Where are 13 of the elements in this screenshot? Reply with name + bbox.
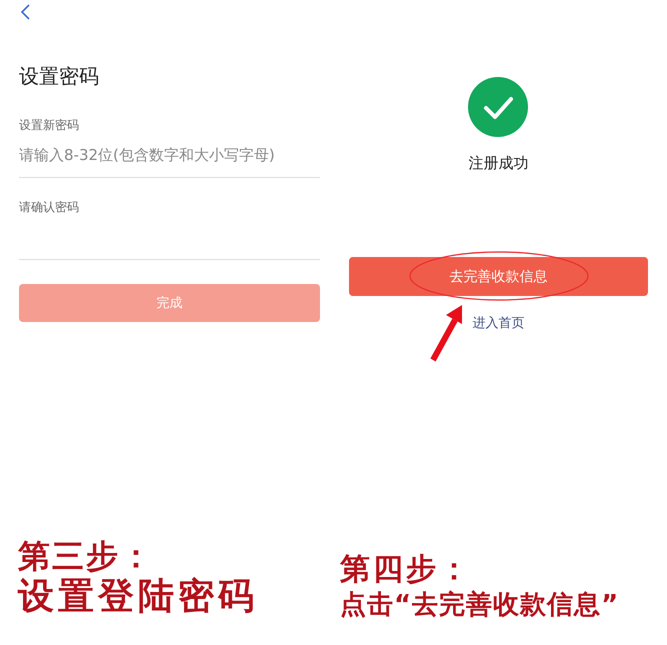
field-label: 请确认密码 <box>19 199 79 215</box>
password-field[interactable]: 请输入8-32位(包含数字和大小写字母) <box>19 133 320 178</box>
status-text: 注册成功 <box>468 153 528 173</box>
back-icon[interactable] <box>20 4 30 20</box>
step-caption: 点击“去完善收款信息” <box>340 590 620 620</box>
field-label: 设置新密码 <box>19 117 79 133</box>
step-heading: 第三步： <box>18 536 154 576</box>
home-link[interactable]: 进入首页 <box>472 315 524 333</box>
complete-payment-info-button[interactable]: 去完善收款信息 <box>348 257 648 296</box>
step-heading: 第四步： <box>340 551 472 589</box>
success-check-icon <box>468 77 528 137</box>
page-title: 设置密码 <box>19 63 99 89</box>
step-caption: 设置登陆密码 <box>18 576 258 618</box>
